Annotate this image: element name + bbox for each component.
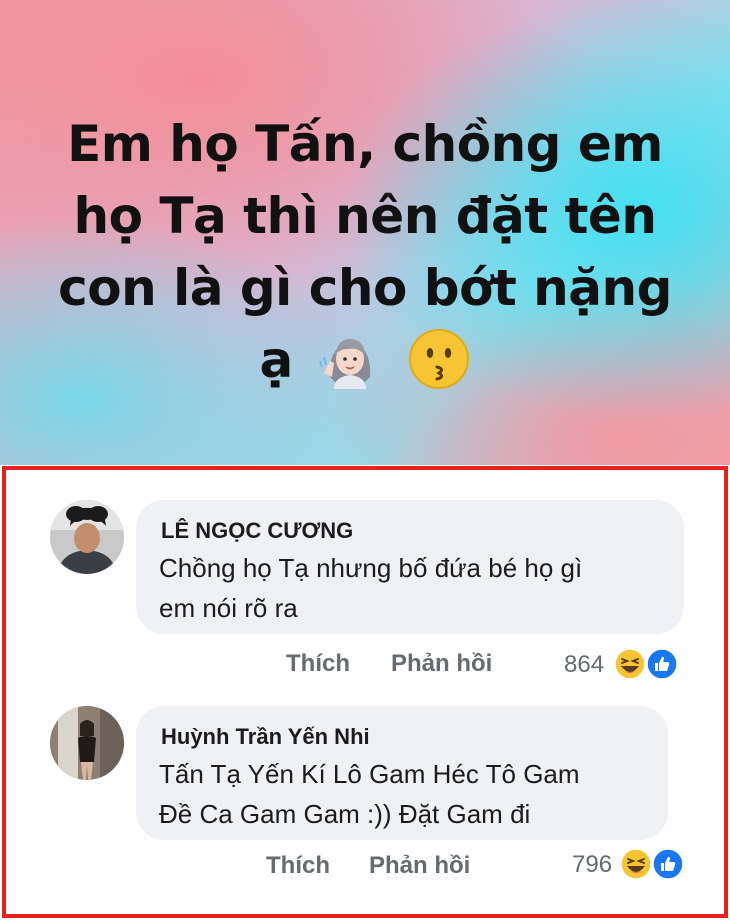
reaction-count[interactable]: 864 bbox=[564, 651, 604, 679]
comment-text: Đề Ca Gam Gam :)) Đặt Gam đi bbox=[159, 799, 531, 829]
post-banner: Em họ Tấn, chồng em họ Tạ thì nên đặt tê… bbox=[0, 0, 730, 465]
comment-text: Tấn Tạ Yến Kí Lô Gam Héc Tô Gam bbox=[159, 759, 580, 789]
avatar[interactable] bbox=[50, 500, 124, 574]
comment-author[interactable]: Huỳnh Trần Yến Nhi bbox=[161, 724, 370, 750]
post-line: Em họ Tấn, chồng em bbox=[67, 115, 663, 173]
post-line-last: ạ bbox=[40, 324, 690, 396]
comment-text: Chồng họ Tạ nhưng bố đứa bé họ gì bbox=[159, 553, 583, 583]
post-line: ạ bbox=[259, 331, 293, 389]
kissing-face-icon bbox=[408, 329, 469, 389]
haha-icon bbox=[620, 848, 652, 880]
comments-section: LÊ NGỌC CƯƠNG Chồng họ Tạ nhưng bố đứa b… bbox=[2, 466, 728, 918]
post-text: Em họ Tấn, chồng em họ Tạ thì nên đặt tê… bbox=[40, 108, 690, 396]
like-icon bbox=[646, 648, 678, 680]
reply-link[interactable]: Phản hồi bbox=[391, 650, 492, 678]
comment-author[interactable]: LÊ NGỌC CƯƠNG bbox=[161, 518, 353, 544]
avatar-photo bbox=[50, 500, 124, 574]
like-link[interactable]: Thích bbox=[266, 852, 330, 880]
avatar-photo bbox=[50, 706, 124, 780]
like-link[interactable]: Thích bbox=[286, 650, 350, 678]
like-icon bbox=[652, 848, 684, 880]
haha-icon bbox=[614, 648, 646, 680]
avatar[interactable] bbox=[50, 706, 124, 780]
reply-link[interactable]: Phản hồi bbox=[369, 852, 470, 880]
comment-text: em nói rõ ra bbox=[159, 593, 298, 623]
reaction-count[interactable]: 796 bbox=[572, 851, 612, 879]
woman-tipping-hand-icon bbox=[318, 339, 370, 389]
post-line: con là gì cho bớt nặng bbox=[58, 259, 672, 317]
post-line: họ Tạ thì nên đặt tên bbox=[73, 187, 657, 245]
